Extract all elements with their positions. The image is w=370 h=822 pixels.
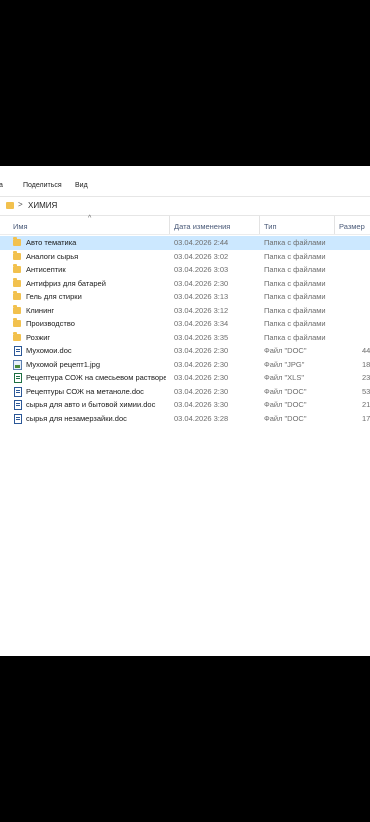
file-date: 03.04.2026 3:03: [174, 265, 229, 274]
doc-file-icon: [14, 400, 22, 410]
doc-file-icon: [14, 386, 22, 397]
sort-ascending-icon: ^: [88, 215, 92, 222]
file-explorer-window: а Поделиться Вид > ХИМИЯ ^ Имя Дата изме…: [0, 166, 370, 656]
file-type: Файл "DOC": [264, 386, 307, 396]
image-file-icon: [13, 359, 22, 370]
file-date: 03.04.2026 2:30: [174, 346, 229, 355]
file-date: 03.04.2026 2:44: [174, 238, 229, 247]
ribbon-tab-share[interactable]: Поделиться: [23, 182, 62, 189]
file-size: 21: [362, 400, 370, 409]
file-size: 17: [362, 413, 370, 423]
file-row[interactable]: сырья для незамерзайки.doc 03.04.2026 3:2…: [0, 412, 370, 426]
file-name: сырья для незамерзайки.doc: [26, 413, 127, 423]
column-divider[interactable]: [169, 216, 170, 234]
breadcrumb-current-folder[interactable]: ХИМИЯ: [28, 201, 57, 210]
column-header-date[interactable]: Дата изменения: [174, 222, 230, 231]
file-row[interactable]: Рецептура СОЖ на смесьевом растворе... 03…: [0, 371, 370, 385]
file-date: 03.04.2026 2:30: [174, 278, 229, 288]
column-header-type[interactable]: Тип: [264, 222, 277, 231]
file-type: Папка с файлами: [264, 278, 326, 288]
file-name: Антифриз для батарей: [26, 278, 106, 288]
file-date: 03.04.2026 3:34: [174, 319, 229, 328]
file-row[interactable]: Авто тематика 03.04.2026 2:44 Папка с файл…: [0, 236, 370, 250]
folder-icon: [13, 331, 21, 341]
file-date: 03.04.2026 3:13: [174, 292, 229, 301]
breadcrumb-chevron-icon[interactable]: >: [18, 200, 23, 209]
file-type: Папка с файлами: [264, 305, 326, 315]
folder-icon: [13, 264, 21, 273]
folder-icon: [13, 237, 21, 246]
file-row[interactable]: Мухомои.doc 03.04.2026 2:30 Файл "DOC" 44: [0, 344, 370, 358]
doc-file-icon: [14, 413, 22, 424]
file-row[interactable]: Антифриз для батарей 03.04.2026 2:30 Папка…: [0, 277, 370, 291]
column-header-name[interactable]: Имя: [13, 222, 28, 231]
file-size: 53: [362, 386, 370, 396]
file-row[interactable]: Антисептик 03.04.2026 3:03 Папка с файлами: [0, 263, 370, 277]
file-row[interactable]: Производство 03.04.2026 3:34 Папка с файла…: [0, 317, 370, 331]
column-divider[interactable]: [334, 216, 335, 234]
file-name: Гель для стирки: [26, 292, 82, 301]
file-name: Розжиг: [26, 332, 51, 342]
folder-icon: [6, 202, 14, 209]
column-divider[interactable]: [259, 216, 260, 234]
file-date: 03.04.2026 2:30: [174, 386, 229, 396]
file-name: сырья для авто и бытовой химии.doc: [26, 400, 156, 409]
file-type: Файл "JPG": [264, 359, 305, 369]
file-size: 44: [362, 346, 370, 355]
folder-icon: [13, 318, 21, 327]
doc-file-icon: [14, 346, 22, 356]
file-type: Файл "XLS": [264, 373, 305, 382]
ribbon: а Поделиться Вид: [0, 166, 370, 194]
file-name: Производство: [26, 319, 75, 328]
file-name: Аналоги сырья: [26, 251, 79, 261]
column-header-size[interactable]: Размер: [339, 222, 365, 231]
file-name: Клининг: [26, 305, 55, 315]
folder-icon: [13, 250, 21, 260]
file-type: Папка с файлами: [264, 265, 326, 274]
ribbon-tab-main[interactable]: а: [0, 182, 3, 189]
folder-icon: [13, 304, 21, 314]
file-date: 03.04.2026 2:30: [174, 373, 229, 382]
file-row[interactable]: Аналоги сырья 03.04.2026 3:02 Папка с файл…: [0, 250, 370, 264]
file-date: 03.04.2026 2:30: [174, 359, 229, 369]
file-date: 03.04.2026 3:35: [174, 332, 229, 342]
file-type: Файл "DOC": [264, 413, 307, 423]
file-row[interactable]: Мухомой рецепт1.jpg 03.04.2026 2:30 Файл "…: [0, 358, 370, 372]
file-row[interactable]: Клининг 03.04.2026 3:12 Папка с файлами: [0, 304, 370, 318]
file-name: Рецептуры СОЖ на метаноле.doc: [26, 386, 144, 396]
file-type: Папка с файлами: [264, 319, 326, 328]
file-type: Папка с файлами: [264, 292, 326, 301]
file-row[interactable]: Розжиг 03.04.2026 3:35 Папка с файлами: [0, 331, 370, 345]
ribbon-tab-view[interactable]: Вид: [75, 182, 88, 189]
file-size: 182: [362, 359, 370, 369]
file-date: 03.04.2026 3:30: [174, 400, 229, 409]
file-name: Мухомой рецепт1.jpg: [26, 359, 101, 369]
file-row[interactable]: сырья для авто и бытовой химии.doc 03.04.…: [0, 398, 370, 412]
address-bar[interactable]: > ХИМИЯ: [0, 196, 370, 216]
file-row[interactable]: Рецептуры СОЖ на метаноле.doc 03.04.2026 …: [0, 385, 370, 399]
file-type: Папка с файлами: [264, 332, 326, 342]
column-headers: ^ Имя Дата изменения Тип Размер: [0, 215, 370, 235]
xls-file-icon: [14, 373, 22, 383]
file-name: Антисептик: [26, 265, 66, 274]
file-row[interactable]: Гель для стирки 03.04.2026 3:13 Папка с фа…: [0, 290, 370, 304]
file-name: Рецептура СОЖ на смесьевом растворе...: [26, 373, 166, 382]
file-name: Мухомои.doc: [26, 346, 72, 355]
file-type: Папка с файлами: [264, 238, 326, 247]
file-date: 03.04.2026 3:12: [174, 305, 229, 315]
folder-icon: [13, 291, 21, 300]
folder-icon: [13, 277, 21, 287]
file-name: Авто тематика: [26, 238, 77, 247]
file-size: 23: [362, 373, 370, 382]
file-date: 03.04.2026 3:28: [174, 413, 229, 423]
file-type: Файл "DOC": [264, 346, 307, 355]
file-type: Папка с файлами: [264, 251, 326, 261]
file-date: 03.04.2026 3:02: [174, 251, 229, 261]
file-list: Авто тематика 03.04.2026 2:44 Папка с файл…: [0, 236, 370, 425]
file-type: Файл "DOC": [264, 400, 307, 409]
